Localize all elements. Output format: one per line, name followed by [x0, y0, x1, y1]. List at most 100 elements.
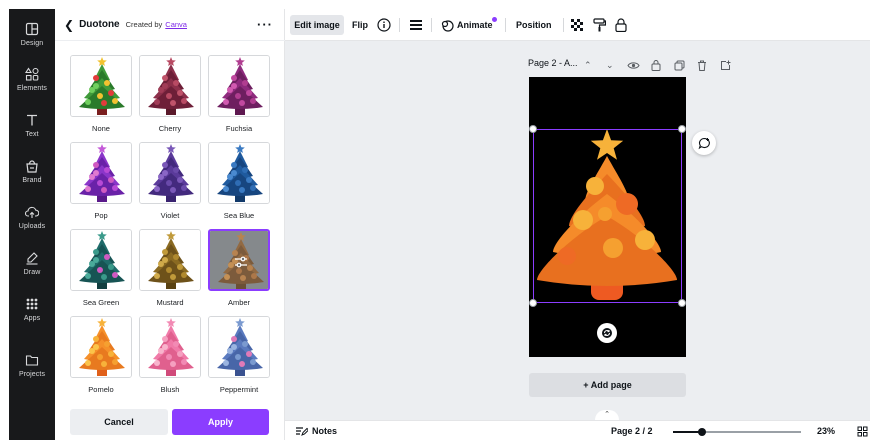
transparency-icon[interactable]: [571, 16, 584, 34]
rotate-comment-button[interactable]: [692, 131, 716, 155]
animate-icon: [441, 19, 454, 32]
zoom-percentage[interactable]: 23%: [817, 426, 835, 436]
selection-box[interactable]: [533, 129, 682, 303]
lock-page-icon[interactable]: [651, 59, 661, 71]
speech-bubble-icon: [698, 137, 710, 149]
preset-tree-thumbnail: [209, 56, 269, 116]
paint-roller-icon[interactable]: [593, 16, 606, 34]
page-indicator[interactable]: Page 2 / 2: [611, 426, 653, 436]
preset-violet[interactable]: [139, 142, 201, 204]
zoom-slider-knob[interactable]: [698, 428, 706, 436]
rail-item-brand[interactable]: Brand: [9, 158, 55, 184]
preset-label: Sea Blue: [223, 211, 255, 220]
preset-label: Amber: [227, 298, 251, 307]
notes-label: Notes: [312, 426, 338, 436]
preset-amber[interactable]: [208, 229, 270, 291]
bottom-bar: [285, 420, 870, 440]
grid-view-icon[interactable]: [857, 426, 868, 437]
preset-cherry[interactable]: [139, 55, 201, 117]
preset-pop[interactable]: [70, 142, 132, 204]
resize-handle-tr[interactable]: [678, 125, 686, 133]
edit-image-button[interactable]: Edit image: [290, 15, 344, 35]
rotate-icon: [602, 328, 612, 338]
preset-peppermint[interactable]: [208, 316, 270, 378]
apps-icon: [24, 296, 40, 312]
preset-blush[interactable]: [139, 316, 201, 378]
resize-handle-tl[interactable]: [529, 125, 537, 133]
more-options-icon[interactable]: ···: [257, 17, 273, 32]
preset-mustard[interactable]: [139, 229, 201, 291]
add-page-button[interactable]: + Add page: [529, 373, 686, 397]
resize-handle-br[interactable]: [678, 299, 686, 307]
hide-page-icon[interactable]: [627, 59, 640, 71]
rail-item-label: Apps: [23, 315, 41, 322]
preset-label: Fuchsia: [225, 124, 253, 133]
notes-button[interactable]: Notes: [295, 426, 337, 436]
rail-item-label: Uploads: [18, 223, 46, 230]
creator-link[interactable]: Canva: [165, 20, 187, 29]
text-icon: [24, 112, 40, 128]
preset-label: Pomelo: [88, 385, 114, 394]
cancel-button[interactable]: Cancel: [70, 409, 168, 435]
preset-tree-thumbnail: [209, 317, 269, 377]
brand-icon: [24, 158, 40, 174]
preset-fuchsia[interactable]: [208, 55, 270, 117]
adjust-sliders-icon[interactable]: [234, 255, 248, 269]
rail-item-apps[interactable]: Apps: [9, 296, 55, 322]
rail-item-label: Text: [25, 131, 39, 138]
preset-label: None: [92, 124, 110, 133]
duotone-panel: ❮ Duotone Created by Canva ··· None Cherr…: [55, 9, 285, 440]
preset-none[interactable]: [70, 55, 132, 117]
line-style-icon[interactable]: [409, 16, 423, 34]
animate-button[interactable]: Animate: [441, 16, 498, 34]
preset-sea-blue[interactable]: [208, 142, 270, 204]
delete-page-icon[interactable]: [697, 59, 707, 71]
rotate-button[interactable]: [597, 323, 617, 343]
preset-tree-thumbnail: [140, 317, 200, 377]
panel-header: ❮ Duotone Created by Canva ···: [55, 9, 285, 41]
panel-title: Duotone: [79, 19, 120, 30]
rail-item-label: Draw: [23, 269, 41, 276]
animate-label: Animate: [457, 20, 493, 30]
apply-button[interactable]: Apply: [172, 409, 269, 435]
lock-icon[interactable]: [615, 16, 627, 34]
preset-label: Pop: [94, 211, 108, 220]
preset-tree-thumbnail: [209, 143, 269, 203]
position-button[interactable]: Position: [516, 16, 552, 34]
flip-button[interactable]: Flip: [352, 16, 368, 34]
design-icon: [24, 21, 40, 37]
preset-label: Blush: [160, 385, 180, 394]
preset-label: Violet: [160, 211, 180, 220]
toolbar-divider: [505, 18, 506, 32]
rail-item-draw[interactable]: Draw: [9, 250, 55, 276]
preset-sea-green[interactable]: [70, 229, 132, 291]
toolbar-divider: [563, 18, 564, 32]
side-rail: Design Elements Text Brand Uploads Draw Apps Pr…: [9, 9, 55, 440]
folder-icon: [24, 352, 40, 368]
preset-label: Mustard: [156, 298, 184, 307]
page-down-icon[interactable]: ⌄: [606, 59, 614, 71]
back-chevron-icon[interactable]: ❮: [64, 18, 74, 32]
toolbar-divider: [431, 18, 432, 32]
rail-item-design[interactable]: Design: [9, 21, 55, 47]
resize-handle-bl[interactable]: [529, 299, 537, 307]
rail-item-elements[interactable]: Elements: [9, 66, 55, 92]
preset-tree-thumbnail: [140, 56, 200, 116]
info-icon[interactable]: [377, 16, 391, 34]
preset-label: Sea Green: [82, 298, 120, 307]
preset-tree-thumbnail: [140, 230, 200, 290]
rail-item-label: Design: [20, 40, 44, 47]
rail-item-projects[interactable]: Projects: [9, 352, 55, 378]
rail-item-label: Elements: [17, 85, 47, 92]
rail-item-text[interactable]: Text: [9, 112, 55, 138]
rail-item-uploads[interactable]: Uploads: [9, 204, 55, 230]
page-up-icon[interactable]: ⌃: [584, 59, 592, 71]
created-by-text: Created by: [125, 20, 163, 29]
add-page-icon[interactable]: [720, 59, 731, 71]
preset-tree-thumbnail: [71, 143, 131, 203]
page-title[interactable]: Page 2 - A...: [528, 58, 578, 68]
preset-pomelo[interactable]: [70, 316, 132, 378]
preset-label: Cherry: [158, 124, 182, 133]
notes-icon: [296, 427, 308, 436]
duplicate-page-icon[interactable]: [674, 59, 685, 71]
